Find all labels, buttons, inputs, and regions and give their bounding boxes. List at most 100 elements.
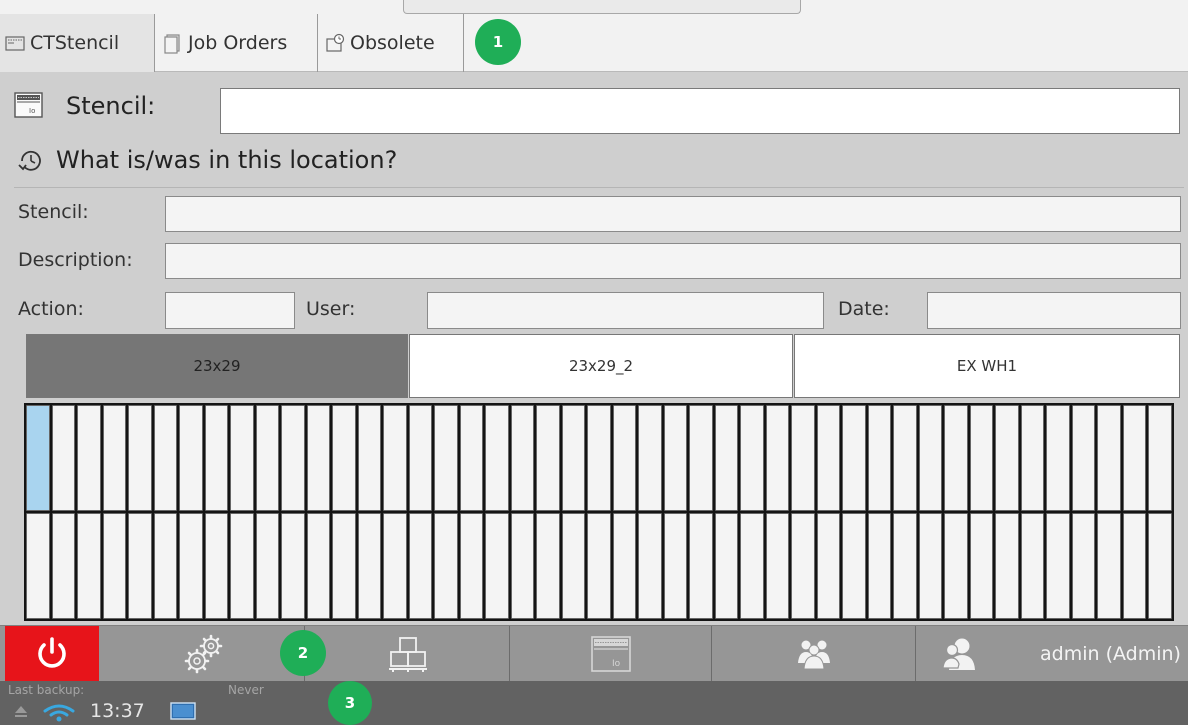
grid-cell[interactable]: [459, 405, 484, 511]
grid-cell[interactable]: [179, 513, 203, 619]
grid-cell[interactable]: [587, 405, 611, 511]
grid-cell[interactable]: [561, 405, 586, 511]
date-input[interactable]: [928, 293, 1180, 328]
grid-cell[interactable]: [918, 513, 943, 619]
grid-cell[interactable]: [204, 405, 229, 511]
grid-cell[interactable]: [26, 405, 50, 511]
grid-cell[interactable]: [816, 405, 841, 511]
tab-obsolete[interactable]: Obsolete: [320, 14, 464, 72]
grid-cell[interactable]: [765, 405, 790, 511]
location-tab-23x29[interactable]: 23x29: [26, 334, 408, 398]
grid-cell[interactable]: [510, 405, 535, 511]
grid-cell[interactable]: [255, 513, 280, 619]
grid-cell[interactable]: [1148, 513, 1172, 619]
grid-cell[interactable]: [536, 405, 560, 511]
grid-cell[interactable]: [102, 405, 127, 511]
tab-ctstencil[interactable]: CTStencil: [0, 14, 155, 72]
grid-cell[interactable]: [51, 513, 75, 619]
grid-cell[interactable]: [230, 513, 254, 619]
grid-cell[interactable]: [1122, 405, 1147, 511]
grid-cell[interactable]: [1071, 513, 1096, 619]
grid-cell[interactable]: [485, 405, 509, 511]
grid-cell[interactable]: [663, 513, 688, 619]
description-input[interactable]: [166, 244, 1180, 278]
grid-cell[interactable]: [842, 405, 866, 511]
search-stencil-input[interactable]: [221, 89, 1179, 133]
grid-cell[interactable]: [434, 405, 458, 511]
description-field[interactable]: [165, 243, 1181, 279]
grid-cell[interactable]: [638, 405, 662, 511]
grid-cell[interactable]: [944, 405, 968, 511]
grid-cell[interactable]: [714, 513, 739, 619]
grid-cell[interactable]: [816, 513, 841, 619]
grid-cell[interactable]: [842, 513, 866, 619]
warehouse-button[interactable]: [306, 626, 510, 682]
grid-cell[interactable]: [995, 513, 1019, 619]
grid-cell[interactable]: [612, 513, 637, 619]
grid-cell[interactable]: [765, 513, 790, 619]
grid-cell[interactable]: [944, 513, 968, 619]
grid-cell[interactable]: [867, 513, 892, 619]
grid-cell[interactable]: [969, 513, 994, 619]
grid-cell[interactable]: [281, 513, 305, 619]
grid-cell[interactable]: [1020, 405, 1045, 511]
grid-cell[interactable]: [714, 405, 739, 511]
grid-cell[interactable]: [918, 405, 943, 511]
action-field[interactable]: [165, 292, 295, 329]
grid-cell[interactable]: [357, 513, 382, 619]
grid-cell[interactable]: [77, 405, 101, 511]
grid-cell[interactable]: [867, 405, 892, 511]
grid-cell[interactable]: [1020, 513, 1045, 619]
location-tab-23x29-2[interactable]: 23x29_2: [409, 334, 793, 398]
grid-cell[interactable]: [587, 513, 611, 619]
grid-cell[interactable]: [153, 513, 178, 619]
grid-cell[interactable]: [179, 405, 203, 511]
grid-cell[interactable]: [791, 513, 815, 619]
wifi-icon[interactable]: [42, 702, 76, 722]
grid-cell[interactable]: [306, 405, 331, 511]
grid-cell[interactable]: [1046, 513, 1070, 619]
grid-cell[interactable]: [510, 513, 535, 619]
grid-cell[interactable]: [230, 405, 254, 511]
grid-cell[interactable]: [663, 405, 688, 511]
grid-cell[interactable]: [408, 405, 433, 511]
action-input[interactable]: [166, 293, 294, 328]
users-button[interactable]: [713, 626, 916, 682]
grid-cell[interactable]: [638, 513, 662, 619]
grid-cell[interactable]: [153, 405, 178, 511]
grid-cell[interactable]: [1046, 405, 1070, 511]
grid-cell[interactable]: [536, 513, 560, 619]
grid-cell[interactable]: [332, 513, 356, 619]
user-input[interactable]: [428, 293, 823, 328]
grid-cell[interactable]: [128, 513, 152, 619]
grid-cell[interactable]: [408, 513, 433, 619]
grid-cell[interactable]: [383, 513, 407, 619]
grid-cell[interactable]: [995, 405, 1019, 511]
grid-cell[interactable]: [1097, 513, 1121, 619]
grid-cell[interactable]: [77, 513, 101, 619]
eject-icon[interactable]: [14, 704, 28, 718]
grid-cell[interactable]: [1122, 513, 1147, 619]
tab-job-orders[interactable]: Job Orders: [158, 14, 318, 72]
grid-cell[interactable]: [357, 405, 382, 511]
grid-cell[interactable]: [281, 405, 305, 511]
date-field[interactable]: [927, 292, 1181, 329]
power-button[interactable]: [5, 626, 99, 682]
grid-cell[interactable]: [561, 513, 586, 619]
search-stencil-field[interactable]: [220, 88, 1180, 134]
grid-cell[interactable]: [1097, 405, 1121, 511]
grid-cell[interactable]: [26, 513, 50, 619]
stencil-input[interactable]: [166, 197, 1180, 231]
grid-cell[interactable]: [689, 513, 713, 619]
grid-cell[interactable]: [612, 405, 637, 511]
grid-cell[interactable]: [740, 405, 764, 511]
grid-cell[interactable]: [893, 405, 917, 511]
settings-button[interactable]: [105, 626, 305, 682]
grid-cell[interactable]: [332, 405, 356, 511]
grid-cell[interactable]: [434, 513, 458, 619]
location-tab-ex-wh1[interactable]: EX WH1: [794, 334, 1180, 398]
grid-cell[interactable]: [791, 405, 815, 511]
grid-cell[interactable]: [485, 513, 509, 619]
grid-cell[interactable]: [102, 513, 127, 619]
grid-cell[interactable]: [255, 405, 280, 511]
